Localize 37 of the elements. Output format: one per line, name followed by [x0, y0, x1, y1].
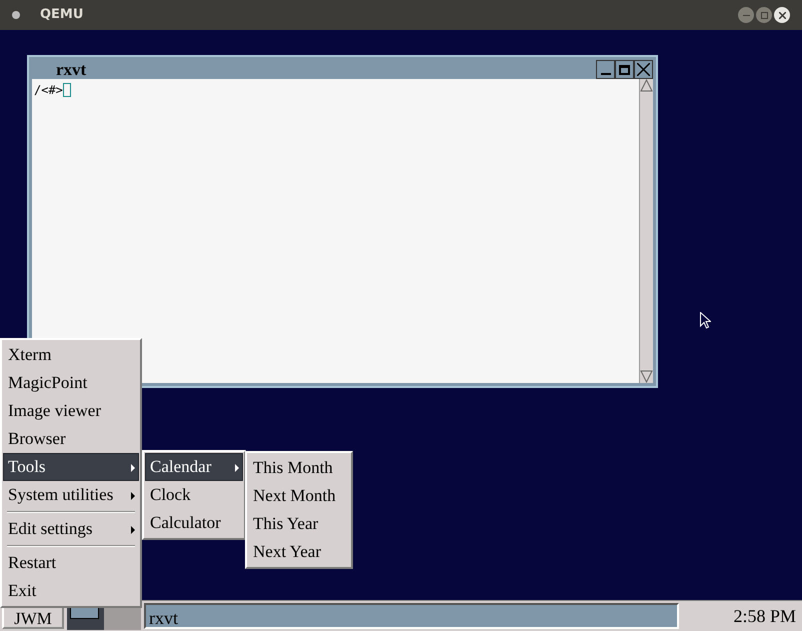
menu-item[interactable]: Exit [3, 577, 139, 605]
terminal-title: rxvt [56, 61, 86, 78]
menu-item[interactable]: Calculator [145, 509, 243, 537]
menu-item[interactable]: Browser [3, 425, 139, 453]
minimize-button[interactable] [596, 60, 615, 79]
menu-item[interactable]: Xterm [3, 341, 139, 369]
menu-item[interactable]: Calendar [145, 453, 243, 481]
app-icon [12, 11, 20, 19]
menu-item[interactable]: Next Month [248, 482, 350, 510]
terminal-prompt: /<#> [34, 82, 63, 99]
menu-item[interactable]: Clock [145, 481, 243, 509]
menu-item[interactable]: Next Year [248, 538, 350, 566]
submenu-arrow-icon [131, 526, 135, 534]
menu-item[interactable]: This Month [248, 454, 350, 482]
submenu-arrow-icon [131, 492, 135, 500]
menu-item[interactable]: This Year [248, 510, 350, 538]
task-button[interactable]: rxvt [144, 603, 679, 629]
minimize-button[interactable] [738, 7, 754, 23]
menu-item[interactable]: Image viewer [3, 397, 139, 425]
text-cursor [62, 83, 71, 97]
menu-item[interactable]: Restart [3, 549, 139, 577]
close-button[interactable] [634, 60, 653, 79]
menu-item[interactable]: Edit settings [3, 515, 139, 543]
menu-item[interactable]: System utilities [3, 481, 139, 509]
submenu-arrow-icon [131, 464, 135, 472]
close-button[interactable] [774, 7, 790, 23]
clock: 2:58 PM [732, 604, 797, 628]
scroll-down-icon[interactable] [640, 370, 653, 383]
menu-item[interactable]: MagicPoint [3, 369, 139, 397]
menu-item[interactable]: Tools [3, 453, 139, 481]
window-title: QEMU [40, 6, 84, 24]
mouse-pointer-icon [700, 312, 711, 329]
submenu-arrow-icon [235, 464, 239, 472]
close-icon [778, 12, 786, 18]
close-icon [637, 63, 650, 76]
scrollbar[interactable] [639, 79, 653, 383]
scroll-up-icon[interactable] [640, 79, 653, 92]
